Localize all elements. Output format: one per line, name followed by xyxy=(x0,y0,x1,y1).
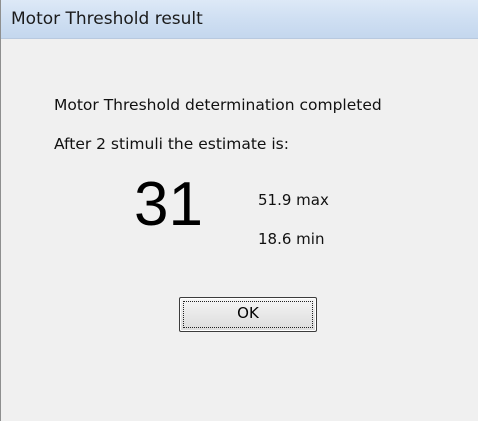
threshold-estimate: 31 xyxy=(134,170,203,239)
max-value: 51.9 max xyxy=(258,191,329,209)
window-title: Motor Threshold result xyxy=(11,9,203,29)
ok-button[interactable]: OK xyxy=(179,297,317,332)
min-value: 18.6 min xyxy=(258,230,325,248)
motor-threshold-dialog: Motor Threshold result Motor Threshold d… xyxy=(0,0,478,421)
stimuli-message: After 2 stimuli the estimate is: xyxy=(54,135,289,153)
dialog-content: Motor Threshold determination completed … xyxy=(1,39,478,421)
completion-message: Motor Threshold determination completed xyxy=(54,96,382,114)
ok-button-label: OK xyxy=(237,304,259,322)
title-bar[interactable]: Motor Threshold result xyxy=(1,0,478,39)
